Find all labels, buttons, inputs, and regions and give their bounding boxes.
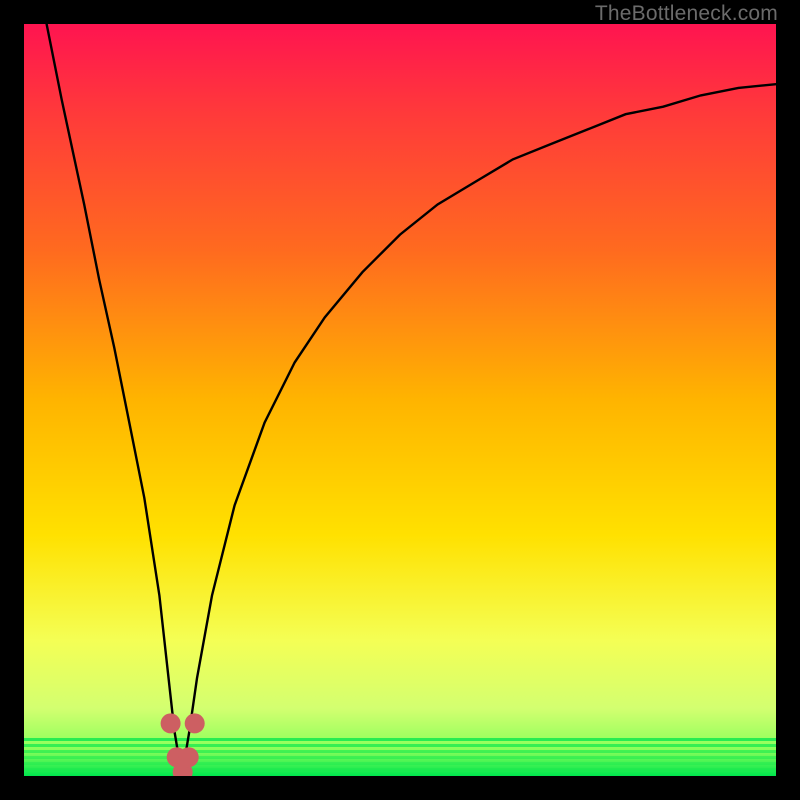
bottleneck-chart bbox=[24, 24, 776, 776]
gradient-background bbox=[24, 24, 776, 776]
chart-frame bbox=[24, 24, 776, 776]
marker-dot bbox=[161, 713, 181, 733]
watermark-text: TheBottleneck.com bbox=[595, 2, 778, 26]
marker-dot bbox=[185, 713, 205, 733]
marker-dot bbox=[179, 747, 199, 767]
